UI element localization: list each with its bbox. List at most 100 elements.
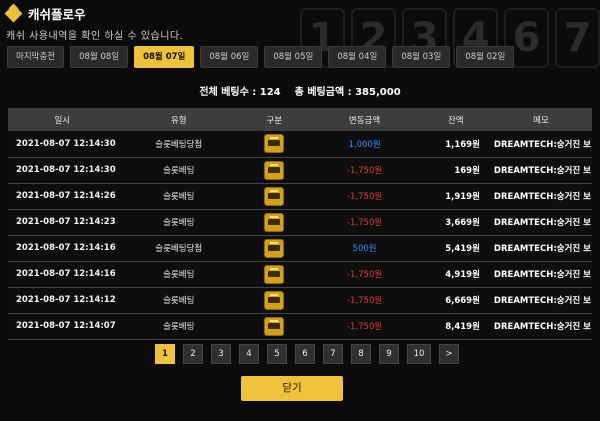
slot-machine-icon bbox=[264, 316, 285, 336]
cell-type: 슬롯베팅 bbox=[163, 296, 195, 306]
cell-datetime: 2021-08-07 12:14:16 bbox=[16, 269, 116, 279]
cell-balance: 4,919원 bbox=[445, 270, 480, 280]
cell-type: 슬롯베팅 bbox=[163, 192, 195, 202]
cell-type: 슬롯베팅 bbox=[163, 166, 195, 176]
page-button-5[interactable]: 5 bbox=[267, 344, 287, 364]
cell-memo: DREAMTECH:숭거진 보 bbox=[493, 139, 591, 150]
column-header-type: 유형 bbox=[170, 115, 187, 126]
tab-0807[interactable]: 08월 07일 bbox=[134, 46, 195, 68]
background-digit: 7 bbox=[555, 8, 600, 68]
pagination: 1 2 3 4 5 6 7 8 9 10 > bbox=[155, 344, 459, 364]
cell-memo: DREAMTECH:숭거진 보 bbox=[493, 244, 591, 254]
slot-machine-icon bbox=[264, 134, 285, 154]
slot-machine-icon bbox=[264, 238, 285, 258]
cell-datetime: 2021-08-07 12:14:07 bbox=[16, 321, 116, 331]
tab-0805[interactable]: 08월 05일 bbox=[264, 46, 323, 68]
cell-datetime: 2021-08-07 12:14:30 bbox=[16, 165, 116, 175]
slot-machine-icon bbox=[264, 264, 285, 284]
cell-datetime: 2021-08-07 12:14:12 bbox=[16, 295, 116, 305]
cashflow-table: 일시 유형 구분 변동금액 잔액 메모 2021-08-07 12:14:30 … bbox=[8, 108, 592, 340]
cell-change: -1,750원 bbox=[346, 322, 383, 332]
cell-balance: 1,169원 bbox=[445, 139, 480, 150]
cell-category bbox=[241, 131, 308, 157]
cell-balance: 3,669원 bbox=[445, 218, 480, 228]
tab-0804[interactable]: 08월 04일 bbox=[328, 46, 387, 68]
page-button-7[interactable]: 7 bbox=[323, 344, 343, 364]
total-bet-amount: 총 베팅금액 : 385,000 bbox=[294, 87, 401, 98]
table-row: 2021-08-07 12:14:26 슬롯베팅 -1,750원 1,919원 … bbox=[8, 183, 592, 209]
cell-category bbox=[241, 209, 308, 235]
cell-type: 슬롯베팅 bbox=[163, 218, 195, 228]
table-row: 2021-08-07 12:14:16 슬롯베팅당첨 500원 5,419원 D… bbox=[8, 235, 592, 261]
slot-machine-icon bbox=[264, 186, 285, 206]
slot-machine-icon bbox=[264, 160, 285, 180]
cell-memo: DREAMTECH:숭거진 보 bbox=[493, 166, 591, 176]
table-row: 2021-08-07 12:14:16 슬롯베팅 -1,750원 4,919원 … bbox=[8, 261, 592, 287]
cell-memo: DREAMTECH:숭거진 보 bbox=[493, 322, 591, 332]
modal-header: 캐쉬플로우 bbox=[4, 3, 86, 23]
table-row: 2021-08-07 12:14:30 슬롯베팅당첨 1,000원 1,169원… bbox=[8, 131, 592, 157]
cell-change: 500원 bbox=[352, 244, 377, 254]
page-button-1[interactable]: 1 bbox=[155, 344, 175, 364]
cell-change: -1,750원 bbox=[346, 218, 383, 228]
close-button[interactable]: 닫기 bbox=[241, 376, 343, 401]
cell-memo: DREAMTECH:숭거진 보 bbox=[493, 296, 591, 306]
cell-change: 1,000원 bbox=[348, 139, 381, 150]
tab-0803[interactable]: 08월 03일 bbox=[392, 46, 451, 68]
tab-0806[interactable]: 08월 06일 bbox=[200, 46, 259, 68]
cell-memo: DREAMTECH:숭거진 보 bbox=[493, 218, 591, 228]
cell-memo: DREAMTECH:숭거진 보 bbox=[493, 192, 591, 202]
column-header-balance: 잔액 bbox=[447, 115, 464, 126]
logo-icon bbox=[4, 3, 23, 23]
tab-0802[interactable]: 08월 02일 bbox=[456, 46, 515, 68]
next-page-button[interactable]: > bbox=[439, 344, 459, 364]
total-bet-count: 전체 베팅수 : 124 bbox=[199, 87, 281, 98]
cell-change: -1,750원 bbox=[346, 192, 383, 202]
cell-balance: 8,419원 bbox=[445, 322, 480, 332]
cell-change: -1,750원 bbox=[346, 270, 383, 280]
cell-balance: 5,419원 bbox=[445, 244, 480, 254]
cell-memo: DREAMTECH:숭거진 보 bbox=[493, 270, 591, 280]
column-header-datetime: 일시 bbox=[54, 115, 71, 126]
cell-category bbox=[241, 287, 308, 313]
cell-datetime: 2021-08-07 12:14:30 bbox=[16, 138, 116, 149]
page-subtitle: 캐쉬 사용내역을 확인 하실 수 있습니다. bbox=[6, 31, 184, 42]
page-button-4[interactable]: 4 bbox=[239, 344, 259, 364]
cell-type: 슬롯베팅 bbox=[163, 270, 195, 280]
page-button-8[interactable]: 8 bbox=[351, 344, 371, 364]
tab-0808[interactable]: 08월 08일 bbox=[70, 46, 129, 68]
cell-change: -1,750원 bbox=[346, 296, 383, 306]
page-title: 캐쉬플로우 bbox=[28, 6, 86, 22]
table-row: 2021-08-07 12:14:07 슬롯베팅 -1,750원 8,419원 … bbox=[8, 313, 592, 339]
page-button-9[interactable]: 9 bbox=[379, 344, 399, 364]
cell-type: 슬롯베팅 bbox=[163, 322, 195, 332]
cell-datetime: 2021-08-07 12:14:23 bbox=[16, 217, 116, 227]
page-button-6[interactable]: 6 bbox=[295, 344, 315, 364]
table-row: 2021-08-07 12:14:30 슬롯베팅 -1,750원 169원 DR… bbox=[8, 157, 592, 183]
cell-category bbox=[241, 261, 308, 287]
column-header-memo: 메모 bbox=[533, 115, 549, 126]
date-tabs: 마지막충전 08월 08일 08월 07일 08월 06일 08월 05일 08… bbox=[7, 46, 515, 68]
cell-datetime: 2021-08-07 12:14:26 bbox=[16, 191, 116, 201]
cell-balance: 169원 bbox=[454, 166, 480, 176]
column-header-change: 변동금액 bbox=[348, 115, 381, 126]
tab-last-charge[interactable]: 마지막충전 bbox=[7, 46, 65, 68]
column-header-category: 구분 bbox=[266, 115, 283, 126]
cell-category bbox=[241, 235, 308, 261]
cell-type: 슬롯베팅당첨 bbox=[155, 244, 203, 254]
page-button-3[interactable]: 3 bbox=[211, 344, 231, 364]
page-button-2[interactable]: 2 bbox=[183, 344, 203, 364]
cell-balance: 1,919원 bbox=[445, 192, 480, 202]
cell-change: -1,750원 bbox=[346, 166, 383, 176]
cell-category bbox=[241, 313, 308, 339]
slot-machine-icon bbox=[264, 212, 285, 232]
cell-category bbox=[241, 157, 308, 183]
cell-category bbox=[241, 183, 308, 209]
cell-type: 슬롯베팅당첨 bbox=[155, 139, 203, 150]
bet-summary: 전체 베팅수 : 124 총 베팅금액 : 385,000 bbox=[0, 83, 600, 98]
cell-balance: 6,669원 bbox=[445, 296, 480, 306]
page-button-10[interactable]: 10 bbox=[407, 344, 431, 364]
cell-datetime: 2021-08-07 12:14:16 bbox=[16, 243, 116, 253]
slot-machine-icon bbox=[264, 290, 285, 310]
table-row: 2021-08-07 12:14:12 슬롯베팅 -1,750원 6,669원 … bbox=[8, 287, 592, 313]
